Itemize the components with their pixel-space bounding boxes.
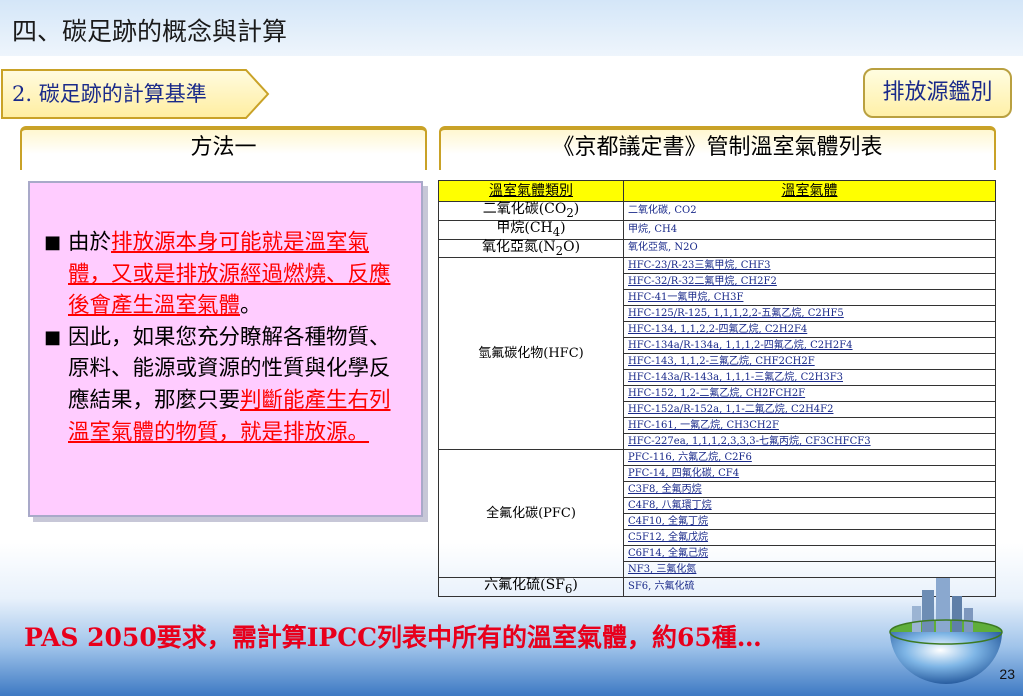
category-sf6: 六氟化硫(SF6) xyxy=(438,577,624,598)
gas-cell: C5F12, 全氟戊烷 xyxy=(623,529,996,547)
gas-cell: HFC-161, 一氟乙烷, CH3CH2F xyxy=(623,417,996,435)
header-gas: 溫室氣體 xyxy=(623,180,996,202)
header-category: 溫室氣體類別 xyxy=(438,180,624,202)
gas-cell: HFC-134a/R-134a, 1,1,1,2-四氟乙烷, C2H2F4 xyxy=(623,337,996,355)
square-bullet-icon: ■ xyxy=(44,232,62,253)
gas-cell: HFC-152, 1,2-二氟乙烷, CH2FCH2F xyxy=(623,385,996,403)
gas-cell: PFC-14, 四氟化碳, CF4 xyxy=(623,465,996,483)
table-header-row: 溫室氣體類別 溫室氣體 xyxy=(438,180,996,202)
gas-cell: C6F14, 全氟己烷 xyxy=(623,545,996,563)
bullet-1-end: 。 xyxy=(240,293,262,319)
gas-cell: 二氧化碳, CO2 xyxy=(623,201,996,221)
section-tab: 2. 碳足跡的計算基準 xyxy=(0,66,272,122)
gas-cell: HFC-41一氟甲烷, CH3F xyxy=(623,289,996,307)
category-pfc: 全氟化碳(PFC) xyxy=(438,449,624,579)
gas-cell: C4F8, 八氟環丁烷 xyxy=(623,497,996,515)
table-row: 全氟化碳(PFC) PFC-116, 六氟乙烷, C2F6 xyxy=(438,449,996,579)
category-ch4: 甲烷(CH4) xyxy=(438,219,624,240)
gas-cell: HFC-227ea, 1,1,1,2,3,3,3-七氟丙烷, CF3CHFCF3 xyxy=(623,433,996,451)
page-number: 23 xyxy=(999,666,1015,682)
hfc-group: 氫氟碳化物(HFC) HFC-23/R-23三氟甲烷, CHF3 HFC-32/R-… xyxy=(438,257,996,451)
bullet-2: ■ 因此，如果您充分瞭解各種物質、原料、能源或資源的性質與化學反應結果，那麼只要判… xyxy=(44,322,407,448)
gas-cell: HFC-23/R-23三氟甲烷, CHF3 xyxy=(623,257,996,275)
gas-cell: HFC-152a/R-152a, 1,1-二氟乙烷, C2H4F2 xyxy=(623,401,996,419)
table-row: 甲烷(CH4) 甲烷, CH4 xyxy=(438,219,996,240)
bullet-1-text: 由於 xyxy=(68,230,112,255)
gas-cell: HFC-32/R-32二氟甲烷, CH2F2 xyxy=(623,273,996,291)
gas-cell: PFC-116, 六氟乙烷, C2F6 xyxy=(623,449,996,467)
kyoto-banner: 《京都議定書》管制溫室氣體列表 xyxy=(439,126,996,170)
table-row: 氧化亞氮(N2O) 氧化亞氮, N2O xyxy=(438,238,996,259)
gas-cell: HFC-134, 1,1,2,2-四氟乙烷, C2H2F4 xyxy=(623,321,996,339)
globe-city-illustration xyxy=(889,578,1003,684)
gas-cell: C3F8, 全氟丙烷 xyxy=(623,481,996,499)
gas-cell: 甲烷, CH4 xyxy=(623,219,996,240)
table-row: 氫氟碳化物(HFC) HFC-23/R-23三氟甲烷, CHF3 xyxy=(438,257,996,451)
gas-cell: HFC-125/R-125, 1,1,1,2,2-五氟乙烷, C2HF5 xyxy=(623,305,996,323)
gas-cell: 氧化亞氮, N2O xyxy=(623,238,996,259)
bullet-1-highlight: 排放源本身可能就是溫室氣體，又或是排放源經過燃燒、反應後會產生溫室氣體 xyxy=(68,230,391,319)
pfc-group: 全氟化碳(PFC) PFC-116, 六氟乙烷, C2F6 PFC-14, 四氟化碳… xyxy=(438,449,996,579)
category-co2: 二氧化碳(CO2) xyxy=(438,201,624,221)
bullet-1: ■ 由於排放源本身可能就是溫室氣體，又或是排放源經過燃燒、反應後會產生溫室氣體。 xyxy=(44,227,407,322)
explanation-panel: ■ 由於排放源本身可能就是溫室氣體，又或是排放源經過燃燒、反應後會產生溫室氣體。 … xyxy=(28,181,423,517)
pas2050-note: PAS 2050要求，需計算IPCC列表中所有的溫室氣體，約65種… xyxy=(24,623,762,652)
table-row: 二氧化碳(CO2) 二氧化碳, CO2 xyxy=(438,201,996,221)
category-n2o: 氧化亞氮(N2O) xyxy=(438,238,624,259)
gas-cell: HFC-143a/R-143a, 1,1,1-三氟乙烷, C2H3F3 xyxy=(623,369,996,387)
ghg-table: 溫室氣體類別 溫室氣體 二氧化碳(CO2) 二氧化碳, CO2 甲烷(CH4) … xyxy=(438,180,996,598)
emission-source-button[interactable]: 排放源鑑別 xyxy=(863,68,1012,118)
section-tab-label: 2. 碳足跡的計算基準 xyxy=(12,82,207,106)
gas-cell: C4F10, 全氟丁烷 xyxy=(623,513,996,531)
gas-cell: HFC-143, 1,1,2-三氟乙烷, CHF2CH2F xyxy=(623,353,996,371)
slide-title: 四、碳足跡的概念與計算 xyxy=(12,17,288,46)
category-hfc: 氫氟碳化物(HFC) xyxy=(438,257,624,451)
square-bullet-icon: ■ xyxy=(44,326,62,348)
method-banner: 方法一 xyxy=(20,126,427,170)
